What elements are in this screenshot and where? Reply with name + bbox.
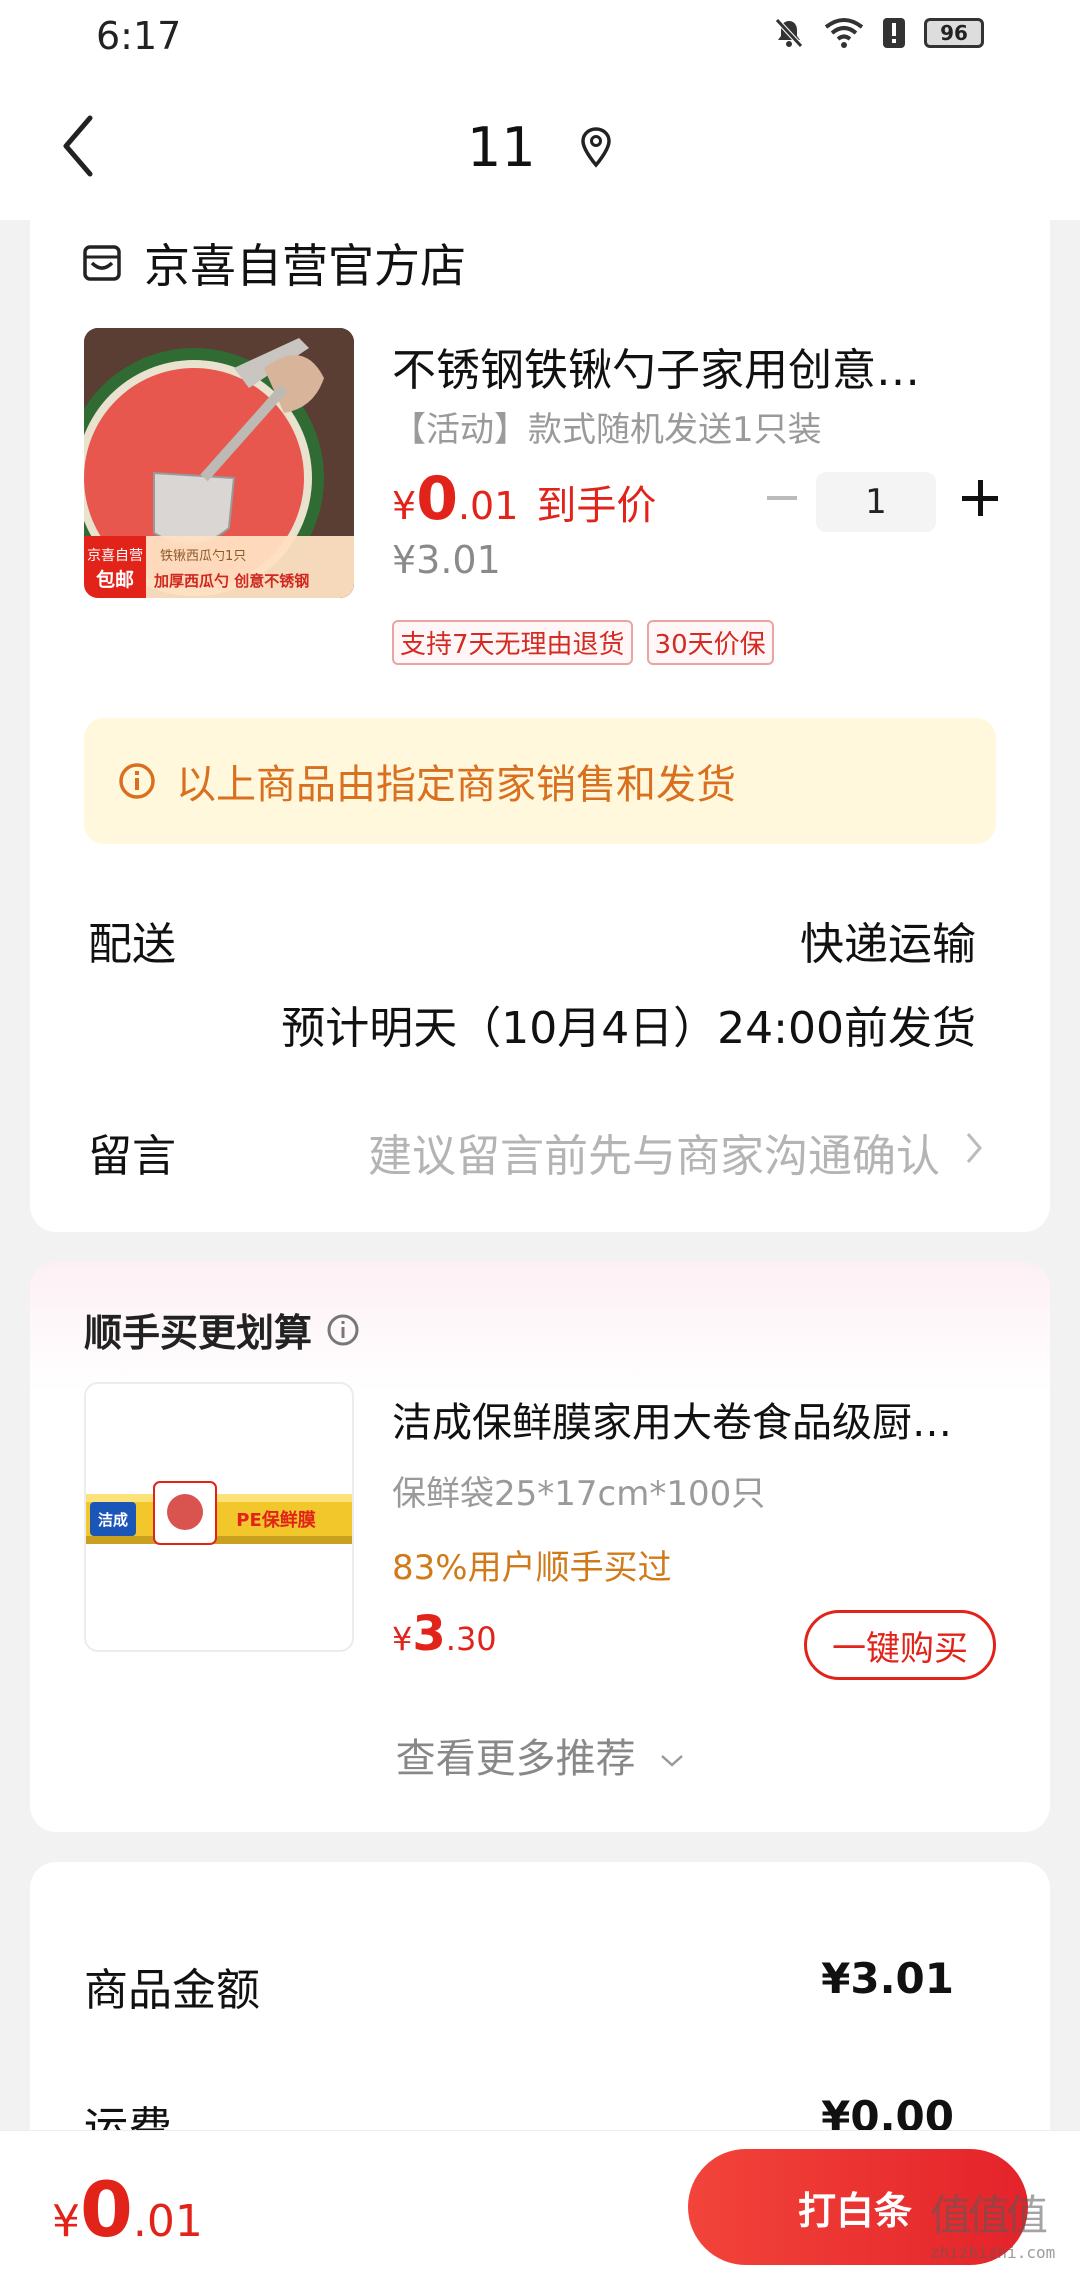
nav-bar: 11 bbox=[0, 72, 1080, 220]
product-sku[interactable]: 【活动】款式随机发送1只装 bbox=[392, 402, 822, 451]
recommend-card: 顺手买更划算 洁成 PE保鲜膜 洁成保鲜膜家用大卷食品级厨… 保鲜袋25*17c… bbox=[30, 1262, 1050, 1832]
delivery-label: 配送 bbox=[88, 919, 176, 970]
price-decimal: .01 bbox=[132, 2196, 203, 2247]
price-decimal: .30 bbox=[445, 1620, 497, 1658]
watermark-text: 值值值 bbox=[930, 2191, 1048, 2240]
chevron-down-icon bbox=[661, 1755, 684, 1767]
original-price: ¥3.01 bbox=[392, 538, 501, 582]
location-pin-icon bbox=[581, 127, 611, 169]
price-integer: 0 bbox=[80, 2165, 133, 2254]
price-symbol: ¥ bbox=[392, 1620, 413, 1658]
recommend-image-brand: 洁成 bbox=[98, 1511, 128, 1529]
service-tag-price-protect: 30天价保 bbox=[646, 620, 774, 665]
seller-notice: 以上商品由指定商家销售和发货 bbox=[84, 718, 996, 844]
battery-icon: 96 bbox=[924, 18, 984, 48]
chevron-right-icon[interactable] bbox=[964, 1130, 984, 1166]
recommend-title: 顺手买更划算 bbox=[84, 1302, 360, 1357]
checkout-bar: ¥0.01 打白条 bbox=[0, 2130, 1080, 2280]
store-row[interactable]: 京喜自营官方店 bbox=[82, 230, 466, 296]
address-label: 11 bbox=[467, 115, 536, 179]
recommend-item-sku: 保鲜袋25*17cm*100只 bbox=[392, 1474, 766, 1514]
price-symbol: ¥ bbox=[392, 484, 417, 528]
more-recommendations-label: 查看更多推荐 bbox=[395, 1736, 636, 1782]
quantity-minus-button[interactable] bbox=[760, 478, 804, 518]
one-click-buy-button[interactable]: 一键购买 bbox=[804, 1610, 996, 1680]
delivery-method[interactable]: 快递运输 bbox=[800, 908, 976, 972]
info-icon bbox=[119, 763, 155, 799]
store-name: 京喜自营官方店 bbox=[144, 239, 466, 293]
price-integer: 0 bbox=[416, 464, 458, 534]
delivery-eta: 预计明天（10月4日）24:00前发货 bbox=[281, 1003, 976, 1054]
goods-amount-label: 商品金额 bbox=[84, 1965, 260, 2016]
message-input[interactable]: 建议留言前先与商家沟通确认 bbox=[368, 1120, 940, 1184]
total-price: ¥0.01 bbox=[52, 2165, 203, 2254]
recommend-image[interactable]: 洁成 PE保鲜膜 bbox=[84, 1382, 354, 1652]
product-title[interactable]: 不锈钢铁锹勺子家用创意… bbox=[392, 334, 1012, 398]
recommend-price: ¥3.30 bbox=[392, 1606, 497, 1662]
watermark: 值值值 zhizhizhi.com bbox=[930, 2182, 1080, 2280]
notice-text: 以上商品由指定商家销售和发货 bbox=[176, 762, 736, 808]
badge-bottom-text: 包邮 bbox=[96, 568, 134, 591]
message-label: 留言 bbox=[88, 1131, 176, 1182]
price-symbol: ¥ bbox=[52, 2196, 80, 2247]
store-icon bbox=[83, 245, 121, 281]
watermark-url: zhizhizhi.com bbox=[930, 2243, 1056, 2262]
service-tag-return: 支持7天无理由退货 bbox=[392, 620, 633, 665]
stripe-top-text: 铁锹西瓜勺1只 bbox=[160, 549, 246, 564]
recommend-image-product: PE保鲜膜 bbox=[236, 1509, 316, 1531]
quantity-input[interactable]: 1 bbox=[816, 472, 936, 532]
info-icon[interactable] bbox=[326, 1313, 360, 1347]
wifi-icon bbox=[824, 18, 864, 48]
goods-amount-value: ¥3.01 bbox=[821, 1954, 954, 2003]
order-card: 京喜自营官方店 京喜自营 包邮 铁锹西瓜勺1只 加厚西瓜勺 创意不锈钢 不锈钢铁… bbox=[30, 216, 1050, 1232]
badge-top-text: 京喜自营 bbox=[87, 548, 143, 564]
product-final-price: ¥0.01 到手价 bbox=[392, 464, 656, 534]
recommend-item-title[interactable]: 洁成保鲜膜家用大卷食品级厨… bbox=[392, 1390, 1012, 1448]
recommend-social-proof: 83%用户顺手买过 bbox=[392, 1548, 672, 1588]
status-time: 6:17 bbox=[96, 14, 182, 58]
alert-icon bbox=[883, 18, 905, 48]
bell-muted-icon bbox=[775, 18, 803, 48]
final-price-tag: 到手价 bbox=[536, 483, 657, 529]
service-tags: 支持7天无理由退货 30天价保 bbox=[392, 620, 774, 665]
status-bar: 6:17 96 bbox=[0, 0, 1080, 72]
stripe-bottom-text: 加厚西瓜勺 创意不锈钢 bbox=[153, 572, 309, 590]
recommend-title-text: 顺手买更划算 bbox=[84, 1311, 313, 1355]
quantity-plus-button[interactable] bbox=[958, 476, 1002, 520]
status-icons: 96 bbox=[772, 16, 984, 50]
price-integer: 3 bbox=[412, 1606, 446, 1662]
nav-title[interactable]: 11 bbox=[0, 112, 1080, 179]
price-decimal: .01 bbox=[457, 484, 519, 528]
product-image[interactable]: 京喜自营 包邮 铁锹西瓜勺1只 加厚西瓜勺 创意不锈钢 bbox=[84, 328, 354, 598]
more-recommendations-button[interactable]: 查看更多推荐 bbox=[30, 1726, 1050, 1784]
